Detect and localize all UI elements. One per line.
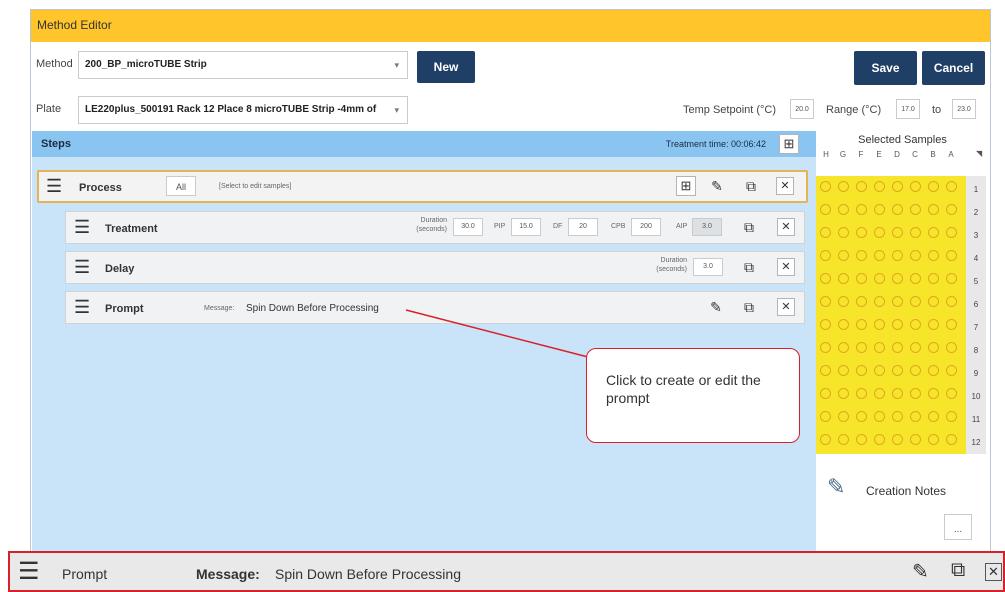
callout-connector	[405, 309, 589, 358]
delete-icon[interactable]: ✕	[985, 563, 1002, 581]
zoom-message-label: Message:	[196, 566, 260, 582]
zoom-message: Spin Down Before Processing	[275, 566, 461, 582]
prompt-zoom-bar[interactable]	[8, 551, 1005, 592]
prompt-callout: Click to create or edit the prompt	[586, 348, 800, 443]
callout-text: Click to create or edit the prompt	[606, 372, 761, 406]
edit-icon[interactable]: ✎	[912, 559, 929, 584]
zoom-prompt-name: Prompt	[62, 566, 108, 582]
copy-icon[interactable]: ⧉	[951, 559, 965, 582]
menu-icon[interactable]: ☰	[18, 560, 40, 584]
